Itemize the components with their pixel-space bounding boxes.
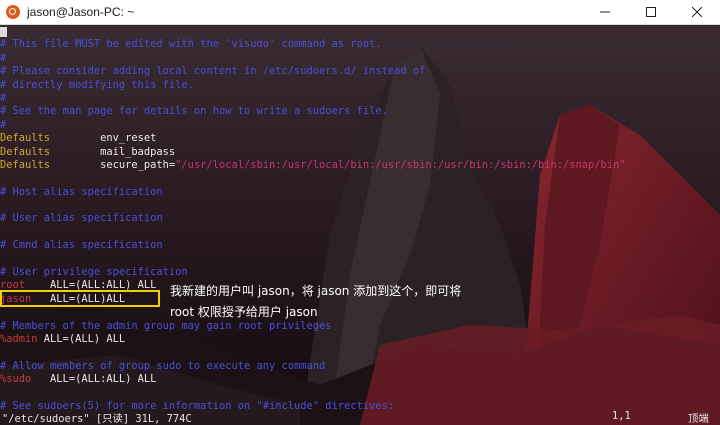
- maximize-button[interactable]: [628, 0, 674, 25]
- terminal-line-segment: Defaults: [0, 145, 51, 158]
- terminal-line: %sudo ALL=(ALL:ALL) ALL: [0, 373, 720, 386]
- terminal-line: #: [0, 51, 7, 64]
- minimize-button[interactable]: [582, 0, 628, 25]
- terminal-line-segment: ALL=(ALL) ALL: [37, 332, 126, 345]
- annotation-line-1: 我新建的用户叫 jason，将 jason 添加到这个，即可将: [170, 284, 462, 298]
- sudoers-file-content[interactable]: # This file MUST be edited with the 'vis…: [0, 25, 720, 413]
- terminal-line-segment: "/usr/local/sbin:/usr/local/bin:/usr/sbi…: [175, 158, 626, 171]
- terminal-line: # Please consider adding local content i…: [0, 65, 426, 78]
- terminal-line-segment: ALL=(ALL:ALL) ALL: [31, 373, 157, 386]
- terminal-line: # Allow members of group sudo to execute…: [0, 359, 326, 372]
- terminal-line-segment: %admin: [0, 332, 38, 345]
- terminal-line-segment: mail_badpass: [50, 145, 176, 158]
- terminal-line: # This file MUST be edited with the 'vis…: [0, 38, 382, 51]
- terminal-line-segment: Defaults: [0, 158, 51, 171]
- title-bar: jason@Jason-PC: ~: [0, 0, 720, 25]
- vim-status-line: "/etc/sudoers" [只读] 31L, 774C 1,1 顶端: [0, 410, 720, 425]
- status-cursor-position: 1,1: [612, 410, 631, 422]
- terminal-line-segment: Defaults: [0, 132, 51, 145]
- terminal-line: #: [0, 118, 7, 131]
- close-button[interactable]: [674, 0, 720, 25]
- window-title: jason@Jason-PC: ~: [27, 5, 135, 19]
- terminal-line: # Cmnd alias specification: [0, 239, 163, 252]
- annotation-line-2: root 权限授予给用户 jason: [170, 305, 318, 319]
- terminal-line: # Host alias specification: [0, 185, 163, 198]
- maximize-icon: [646, 7, 656, 17]
- terminal-line-segment: env_reset: [50, 132, 157, 145]
- annotation-note: 我新建的用户叫 jason，将 jason 添加到这个，即可将 root 权限授…: [170, 281, 490, 323]
- terminal-line: #: [0, 91, 7, 104]
- terminal-line: Defaults secure_path="/usr/local/sbin:/u…: [0, 159, 720, 172]
- status-scroll-position: 顶端: [688, 413, 709, 425]
- terminal-line: # User alias specification: [0, 212, 163, 225]
- terminal-line: Defaults mail_badpass: [0, 146, 720, 159]
- terminal-line: # directly modifying this file.: [0, 78, 194, 91]
- terminal-line-segment: secure_path=: [50, 158, 176, 171]
- terminal-line: # User privilege specification: [0, 266, 188, 279]
- terminal-line: # See the man page for details on how to…: [0, 105, 388, 118]
- status-file-info: "/etc/sudoers" [只读] 31L, 774C: [2, 413, 192, 425]
- terminal-area[interactable]: # This file MUST be edited with the 'vis…: [0, 25, 720, 425]
- highlight-box: [0, 290, 160, 307]
- terminal-line: %admin ALL=(ALL) ALL: [0, 333, 720, 346]
- terminal-line: Defaults env_reset: [0, 132, 720, 145]
- minimize-icon: [600, 11, 610, 13]
- text-cursor: [0, 27, 7, 37]
- terminal-line-segment: %sudo: [0, 373, 32, 386]
- close-icon: [692, 7, 702, 17]
- ubuntu-logo-icon: [6, 5, 20, 19]
